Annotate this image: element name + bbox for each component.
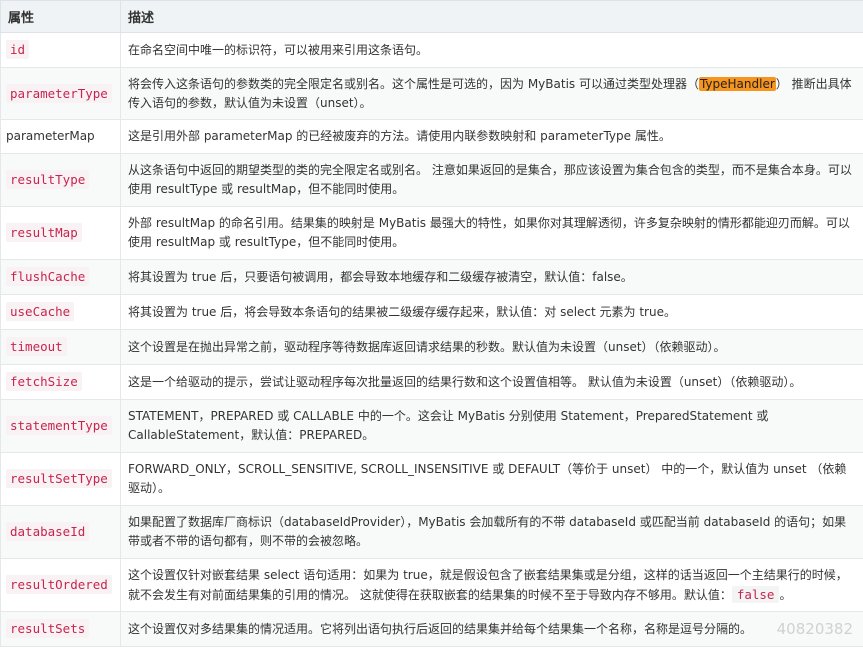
header-attribute: 属性: [0, 0, 121, 33]
attr-desc-resultsets: 这个设置仅对多结果集的情况适用。它将列出语句执行后返回的结果集并给每个结果集一个…: [120, 611, 863, 647]
attr-name-statementtype: statementType: [6, 416, 112, 435]
attr-name-resultsets: resultSets: [6, 619, 90, 638]
attr-name-resulttype: resultType: [6, 170, 90, 189]
attribute-table: 属性 描述 id 在命名空间中唯一的标识符，可以被用来引用这条语句。 param…: [0, 0, 863, 647]
table-row: resultMap 外部 resultMap 的命名引用。结果集的映射是 MyB…: [0, 206, 863, 260]
attr-desc-usecache: 将其设置为 true 后，将会导致本条语句的结果被二级缓存缓存起来，默认值：对 …: [120, 294, 863, 330]
attr-desc-resultordered: 这个设置仅针对嵌套结果 select 语句适用：如果为 true，就是假设包含了…: [120, 558, 863, 612]
table-row: id 在命名空间中唯一的标识符，可以被用来引用这条语句。: [0, 32, 863, 68]
table-header-row: 属性 描述: [0, 0, 863, 33]
inline-code-false: false: [731, 585, 780, 603]
attr-desc-databaseid: 如果配置了数据库厂商标识（databaseIdProvider），MyBatis…: [120, 505, 863, 559]
attr-desc-fetchsize: 这是一个给驱动的提示，尝试让驱动程序每次批量返回的结果行数和这个设置值相等。 默…: [120, 364, 863, 400]
attr-desc-id: 在命名空间中唯一的标识符，可以被用来引用这条语句。: [120, 32, 863, 68]
header-description: 描述: [120, 0, 863, 33]
attr-desc-parametermap: 这是引用外部 parameterMap 的已经被废弃的方法。请使用内联参数映射和…: [120, 119, 863, 154]
attr-name-fetchsize: fetchSize: [6, 372, 82, 391]
attr-name-id: id: [6, 40, 30, 59]
table-row: resultType 从这条语句中返回的期望类型的类的完全限定名或别名。 注意如…: [0, 153, 863, 207]
attr-name-resultsettype: resultSetType: [6, 469, 112, 488]
table-row: flushCache 将其设置为 true 后，只要语句被调用，都会导致本地缓存…: [0, 259, 863, 295]
table-row: databaseId 如果配置了数据库厂商标识（databaseIdProvid…: [0, 505, 863, 559]
attr-name-timeout: timeout: [6, 337, 67, 356]
attr-name-parametermap: parameterMap: [6, 129, 95, 143]
table-row: parameterMap 这是引用外部 parameterMap 的已经被废弃的…: [0, 119, 863, 154]
attr-desc-timeout: 这个设置是在抛出异常之前，驱动程序等待数据库返回请求结果的秒数。默认值为未设置（…: [120, 329, 863, 365]
attr-desc-parametertype: 将会传入这条语句的参数类的完全限定名或别名。这个属性是可选的，因为 MyBati…: [120, 67, 863, 120]
table-row: fetchSize 这是一个给驱动的提示，尝试让驱动程序每次批量返回的结果行数和…: [0, 364, 863, 400]
table-row: resultSetType FORWARD_ONLY，SCROLL_SENSIT…: [0, 452, 863, 506]
attr-desc-flushcache: 将其设置为 true 后，只要语句被调用，都会导致本地缓存和二级缓存被清空，默认…: [120, 259, 863, 295]
attr-desc-resultmap: 外部 resultMap 的命名引用。结果集的映射是 MyBatis 最强大的特…: [120, 206, 863, 260]
table-row: timeout 这个设置是在抛出异常之前，驱动程序等待数据库返回请求结果的秒数。…: [0, 329, 863, 365]
attr-name-parametertype: parameterType: [6, 83, 112, 103]
table-row: resultOrdered 这个设置仅针对嵌套结果 select 语句适用：如果…: [0, 558, 863, 612]
attr-name-resultmap: resultMap: [6, 223, 82, 242]
attr-name-usecache: useCache: [6, 302, 75, 321]
attr-desc-statementtype: STATEMENT，PREPARED 或 CALLABLE 中的一个。这会让 M…: [120, 399, 863, 453]
table-row: resultSets 这个设置仅对多结果集的情况适用。它将列出语句执行后返回的结…: [0, 611, 863, 647]
table-row: statementType STATEMENT，PREPARED 或 CALLA…: [0, 399, 863, 453]
highlighted-term: TypeHandler: [698, 76, 776, 91]
attr-desc-resultsettype: FORWARD_ONLY，SCROLL_SENSITIVE, SCROLL_IN…: [120, 452, 863, 506]
attr-name-databaseid: databaseId: [6, 522, 90, 541]
attr-name-resultordered: resultOrdered: [6, 575, 112, 594]
table-row: parameterType 将会传入这条语句的参数类的完全限定名或别名。这个属性…: [0, 67, 863, 120]
table-row: useCache 将其设置为 true 后，将会导致本条语句的结果被二级缓存缓存…: [0, 294, 863, 330]
attr-name-flushcache: flushCache: [6, 267, 90, 286]
attr-desc-resulttype: 从这条语句中返回的期望类型的类的完全限定名或别名。 注意如果返回的是集合，那应该…: [120, 153, 863, 207]
